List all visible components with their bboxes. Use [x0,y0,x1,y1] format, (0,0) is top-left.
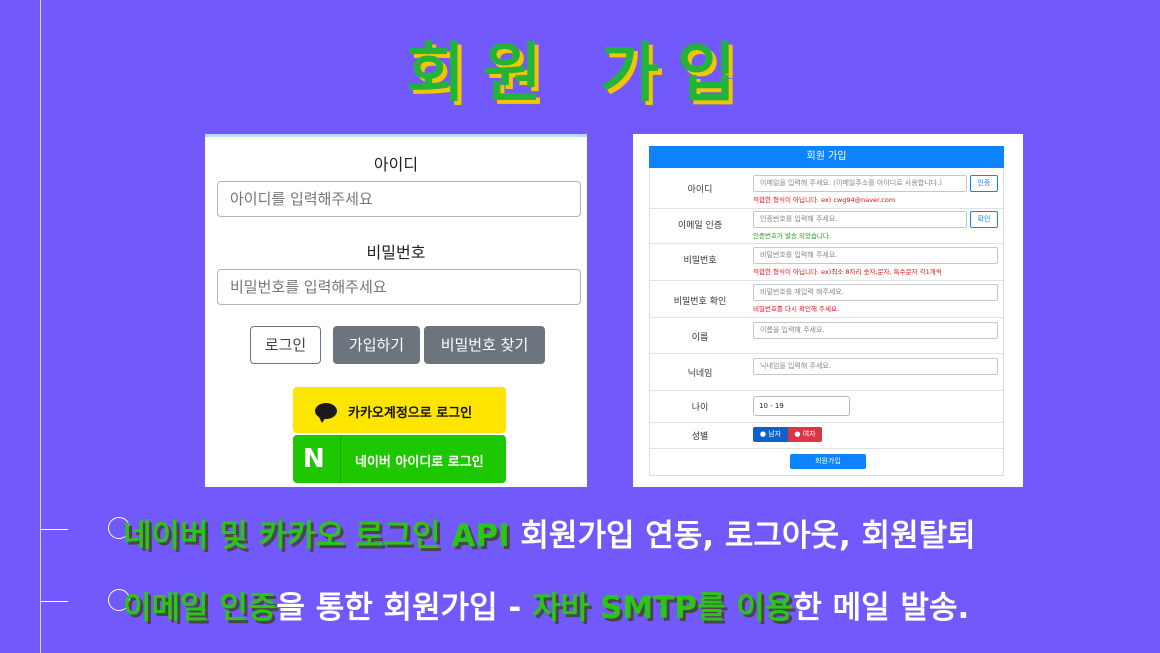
kakao-login-label: 카카오계정으로 로그인 [348,406,473,421]
male-label: 남자 [768,430,782,438]
gender-male-radio[interactable]: ● 남자 [753,427,788,442]
password-row-label: 비밀번호 [683,256,717,266]
age-select[interactable]: 10 - 19 [753,396,850,416]
gender-female-radio[interactable]: ● 여자 [788,427,822,442]
bullet-connector-line [40,529,68,530]
bullet-connector-line [40,601,68,602]
bullet-2-middle: 을 통한 회원가입 - [276,590,533,626]
row-age: 나이 10 - 19 [650,390,1003,423]
verify-button[interactable]: 인증 [970,175,998,192]
id-error-message: 적합한 형식이 아닙니다. ex) cwg94@naver.com [753,196,896,204]
gender-row-label: 성별 [691,432,709,442]
row-email-verify: 이메일 인증 인증번호를 입력해 주세요. 확인 인증번호가 발송 되었습니다. [650,208,1003,244]
login-button[interactable]: 로그인 [250,326,321,364]
bullet-1-rest: 회원가입 연동, 로그아웃, 회원탈퇴 [509,518,976,554]
verification-code-input[interactable]: 인증번호를 입력해 주세요. [753,211,967,228]
row-password: 비밀번호 비밀번호를 입력해 주세요. 적합한 형식이 아닙니다. ex)최소 … [650,243,1003,281]
find-password-button[interactable]: 비밀번호 찾기 [424,326,545,364]
nickname-row-label: 닉네임 [687,369,713,379]
bullet-1-text: 네이버 및 카카오 로그인 API 회원가입 연동, 로그아웃, 회원탈퇴 [123,510,976,555]
login-panel: 아이디 비밀번호 로그인 가입하기 비밀번호 찾기 카카오계정으로 로그인 N … [205,134,587,487]
kakao-login-button[interactable]: 카카오계정으로 로그인 [293,387,506,433]
password-error-message: 적합한 형식이 아닙니다. ex)최소 8자리 숫자,문자, 특수문자 각1개씩 [753,268,942,276]
signup-submit-button[interactable]: 회원가입 [790,454,866,469]
row-nickname: 닉네임 닉네임을 입력해 주세요. [650,353,1003,391]
name-input[interactable]: 이름을 입력해 주세요. [753,322,998,339]
row-name: 이름 이름을 입력해 주세요. [650,317,1003,354]
age-row-label: 나이 [691,403,709,413]
password-confirm-error-message: 비밀번호를 다시 확인해 주세요. [753,305,840,313]
password-confirm-input[interactable]: 비밀번호를 재입력 해주세요. [753,284,998,301]
confirm-button[interactable]: 확인 [970,211,998,228]
nickname-input[interactable]: 닉네임을 입력해 주세요. [753,358,998,375]
id-row-label: 아이디 [687,185,713,195]
female-label: 여자 [802,430,816,438]
email-id-input[interactable]: 이메일을 입력해 주세요. (이메일주소를 아이디로 사용합니다.) [753,175,967,192]
naver-divider [340,435,341,483]
naver-login-button[interactable]: N 네이버 아이디로 로그인 [293,435,506,483]
signup-form-panel: 회원 가입 아이디 이메일을 입력해 주세요. (이메일주소를 아이디로 사용합… [633,134,1023,487]
password-input[interactable] [217,269,581,305]
signup-button[interactable]: 가입하기 [333,326,420,364]
code-sent-message: 인증번호가 발송 되었습니다. [753,232,831,240]
email-verify-row-label: 이메일 인증 [677,221,723,231]
password-label: 비밀번호 [366,243,426,262]
bullet-1-highlight: 네이버 및 카카오 로그인 API [123,518,510,554]
signup-form-header: 회원 가입 [649,146,1004,168]
row-gender: 성별 ● 남자 ● 여자 [650,422,1003,449]
signup-form-body: 아이디 이메일을 입력해 주세요. (이메일주소를 아이디로 사용합니다.) 인… [649,168,1004,476]
name-row-label: 이름 [691,333,709,343]
bullet-1: 네이버 및 카카오 로그인 API 회원가입 연동, 로그아웃, 회원탈퇴 [40,510,1140,554]
row-id: 아이디 이메일을 입력해 주세요. (이메일주소를 아이디로 사용합니다.) 인… [650,168,1003,209]
id-label: 아이디 [373,155,419,174]
naver-login-label: 네이버 아이디로 로그인 [355,455,484,470]
signup-password-input[interactable]: 비밀번호를 입력해 주세요. [753,247,998,264]
row-password-confirm: 비밀번호 확인 비밀번호를 재입력 해주세요. 비밀번호를 다시 확인해 주세요… [650,280,1003,318]
bullet-2: 이메일 인증을 통한 회원가입 - 자바 SMTP를 이용한 메일 발송. [40,582,1140,626]
kakao-speech-bubble-icon [315,403,337,423]
slide-title: 회원 가입 [406,37,754,111]
naver-n-icon: N [303,444,325,474]
password-confirm-row-label: 비밀번호 확인 [673,297,727,307]
id-input[interactable] [217,181,581,217]
bullet-2-text: 이메일 인증을 통한 회원가입 - 자바 SMTP를 이용한 메일 발송. [123,582,969,627]
bullet-2-end: 한 메일 발송. [793,590,970,626]
bullet-2-highlight-1: 이메일 인증 [123,590,277,626]
bullet-2-highlight-2: 자바 SMTP를 이용 [532,590,794,626]
